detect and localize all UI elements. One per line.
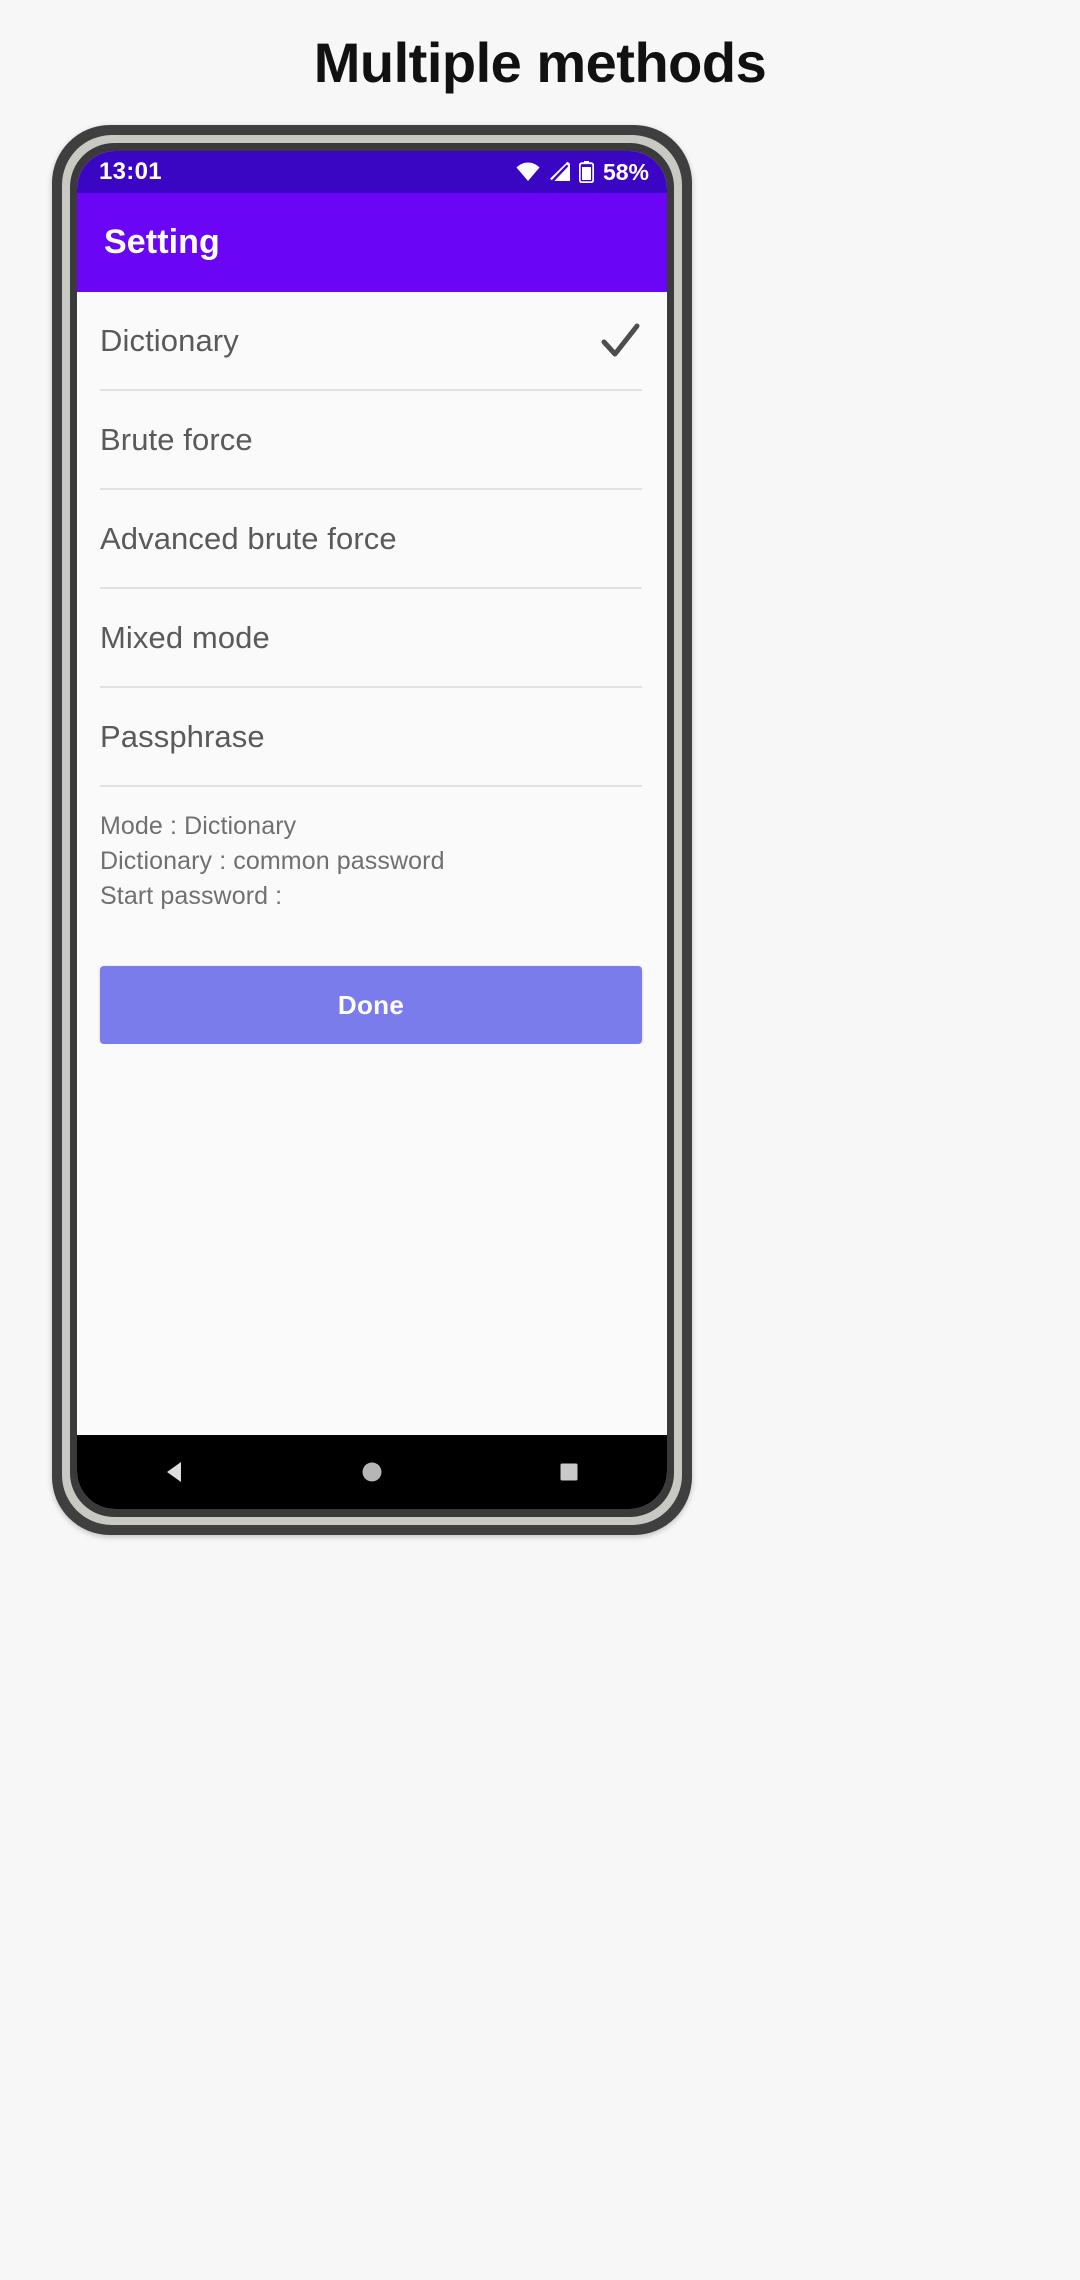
summary-block: Mode : Dictionary Dictionary : common pa… — [100, 809, 642, 914]
option-label: Mixed mode — [100, 619, 270, 655]
option-label: Brute force — [100, 421, 253, 457]
phone-screen: 13:01 58% Setting Dictionary Brute force… — [77, 151, 667, 1509]
battery-icon — [578, 161, 594, 183]
circle-icon[interactable] — [357, 1457, 387, 1487]
status-bar-clock: 13:01 — [99, 158, 162, 185]
summary-dictionary-line: Dictionary : common password — [100, 847, 445, 875]
mobile-signal-icon — [550, 162, 570, 182]
wifi-icon — [516, 162, 540, 181]
settings-content: Dictionary Brute force Advanced brute fo… — [77, 292, 667, 1435]
page-title: Multiple methods — [313, 31, 767, 94]
check-icon — [601, 323, 640, 356]
option-row-brute-force[interactable]: Brute force — [100, 391, 642, 490]
square-icon[interactable] — [554, 1457, 584, 1487]
option-label: Passphrase — [100, 718, 265, 754]
option-row-advanced-brute-force[interactable]: Advanced brute force — [100, 490, 642, 589]
status-bar-icons: 58% — [515, 159, 649, 186]
navigation-bar — [77, 1435, 667, 1509]
app-bar-title: Setting — [104, 223, 220, 261]
content-spacer — [77, 1044, 667, 1435]
summary-start-password-line: Start password : — [100, 882, 283, 910]
battery-percent-label: 58% — [602, 158, 649, 185]
summary-mode-line: Mode : Dictionary — [100, 812, 297, 840]
triangle-left-icon[interactable] — [160, 1457, 190, 1487]
option-row-passphrase[interactable]: Passphrase — [100, 688, 642, 787]
status-bar: 13:01 58% — [77, 151, 667, 193]
done-button[interactable]: Done — [100, 966, 642, 1044]
option-row-mixed-mode[interactable]: Mixed mode — [100, 589, 642, 688]
option-label: Dictionary — [100, 322, 239, 358]
phone-frame: 13:01 58% Setting Dictionary Brute force… — [52, 125, 692, 1535]
option-row-dictionary[interactable]: Dictionary — [100, 292, 642, 391]
app-bar: Setting — [77, 193, 667, 292]
option-label: Advanced brute force — [100, 520, 397, 556]
